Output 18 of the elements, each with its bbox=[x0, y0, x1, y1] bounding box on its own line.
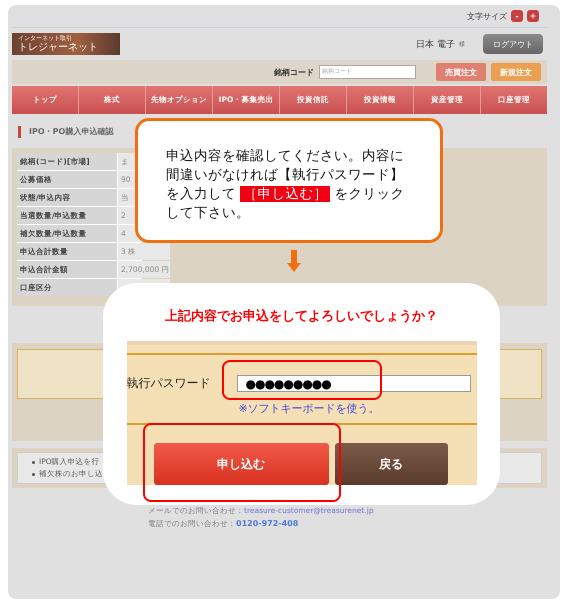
phone-link[interactable]: 0120-972-408 bbox=[236, 519, 298, 529]
back-button[interactable]: 戻る bbox=[334, 443, 448, 485]
user-name: 日本 電子 bbox=[416, 38, 455, 50]
password-label: 執行パスワード bbox=[126, 375, 212, 392]
order-button[interactable]: 新規注文 bbox=[491, 63, 541, 81]
order-button[interactable]: 売買注文 bbox=[436, 63, 486, 81]
font-size-button[interactable]: - bbox=[511, 10, 523, 22]
bullet-icon bbox=[32, 472, 35, 476]
search-label: 銘柄コード bbox=[274, 66, 314, 78]
bullet-icon bbox=[32, 460, 35, 464]
logo-name: トレジャーネット bbox=[18, 42, 99, 53]
password-field[interactable]: ●●●●●●●●● bbox=[236, 375, 470, 392]
font-size-label: 文字サイズ bbox=[467, 10, 507, 22]
arrow bbox=[287, 250, 301, 272]
confirm-question: 上記内容でお申込をしてよろしいでしょうか？ bbox=[165, 308, 438, 325]
font-size-button[interactable]: + bbox=[527, 10, 539, 22]
logout-button[interactable]: ログアウト bbox=[483, 34, 543, 54]
submit-button[interactable]: 申し込む bbox=[154, 443, 328, 485]
